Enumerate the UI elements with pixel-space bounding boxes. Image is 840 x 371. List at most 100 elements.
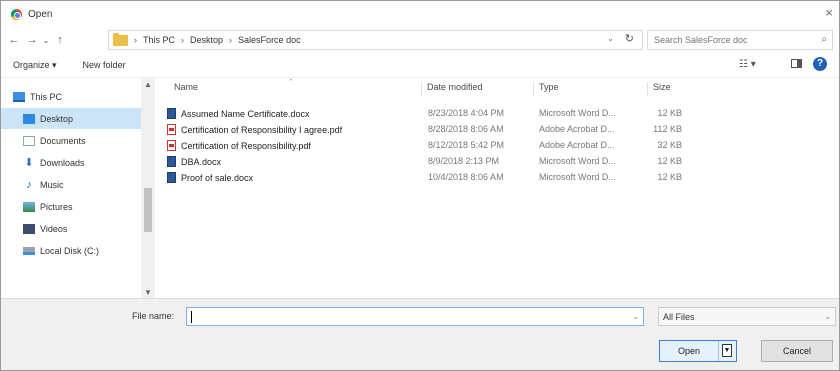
file-date: 8/28/2018 8:06 AM	[428, 124, 504, 134]
file-name: Assumed Name Certificate.docx	[181, 108, 310, 119]
chevron-down-icon[interactable]: ⌄	[607, 34, 614, 43]
sidebar-item-pictures[interactable]: Pictures	[1, 196, 141, 217]
open-dialog: Open × ← → ⌄ ↑ › This PC › Desktop › Sal…	[0, 0, 840, 371]
file-name: Certification of Responsibility I agree.…	[181, 124, 343, 135]
open-button[interactable]: Open ▼	[659, 340, 737, 362]
sidebar-item-desktop[interactable]: Desktop	[1, 108, 141, 129]
desktop-icon	[23, 113, 35, 124]
text-caret	[191, 311, 192, 323]
recent-locations-icon[interactable]: ⌄	[41, 36, 51, 45]
sidebar-item-label: Videos	[40, 223, 68, 234]
column-header-name[interactable]: Name	[169, 82, 419, 96]
preview-pane-icon[interactable]	[791, 59, 802, 68]
help-icon[interactable]: ?	[813, 57, 827, 71]
documents-icon	[23, 135, 35, 146]
breadcrumb-this-pc[interactable]: This PC	[143, 35, 175, 45]
computer-icon	[13, 91, 25, 102]
scroll-down-icon[interactable]: ▼	[144, 288, 152, 297]
file-name-cell: Proof of sale.docx	[167, 172, 407, 183]
file-name-field[interactable]: ⌄	[186, 307, 644, 326]
word-doc-icon	[167, 156, 176, 167]
refresh-icon[interactable]: ↻	[625, 32, 634, 45]
file-name-cell: DBA.docx	[167, 156, 407, 167]
column-header-date[interactable]: Date modified	[421, 82, 531, 96]
view-options-icon[interactable]: ☷ ▾	[739, 59, 756, 70]
sidebar-item-music[interactable]: ♪ Music	[1, 174, 141, 195]
file-date: 10/4/2018 8:06 AM	[428, 172, 504, 182]
column-header-size[interactable]: Size	[647, 82, 707, 96]
sort-indicator-icon: ⌃	[288, 79, 294, 86]
videos-icon	[23, 223, 35, 234]
up-arrow-icon[interactable]: ↑	[51, 34, 69, 46]
search-input[interactable]	[654, 35, 814, 45]
column-header-type[interactable]: Type	[533, 82, 643, 96]
new-folder-button[interactable]: New folder	[83, 60, 126, 70]
sidebar-item-label: Downloads	[40, 157, 85, 168]
organize-menu[interactable]: Organize ▾	[13, 60, 57, 71]
chevron-down-icon[interactable]: ⌄	[632, 312, 639, 321]
file-type-filter-value: All Files	[663, 311, 695, 322]
file-row[interactable]: Certification of Responsibility I agree.…	[159, 123, 719, 138]
file-row[interactable]: Assumed Name Certificate.docx 8/23/2018 …	[159, 107, 719, 122]
pictures-icon	[23, 201, 35, 212]
file-row[interactable]: DBA.docx 8/9/2018 2:13 PM Microsoft Word…	[159, 155, 719, 170]
sidebar-item-this-pc[interactable]: This PC	[1, 86, 141, 107]
forward-arrow-icon[interactable]: →	[23, 34, 41, 46]
file-name: Certification of Responsibility.pdf	[181, 140, 311, 151]
open-button-label[interactable]: Open	[660, 341, 718, 361]
breadcrumb-separator: ›	[181, 35, 185, 45]
breadcrumb-desktop[interactable]: Desktop	[190, 35, 223, 45]
folder-icon	[113, 32, 128, 46]
title-bar: Open ×	[1, 1, 839, 27]
sidebar-item-documents[interactable]: Documents	[1, 130, 141, 151]
sidebar-item-videos[interactable]: Videos	[1, 218, 141, 239]
file-name-cell: Certification of Responsibility.pdf	[167, 140, 407, 151]
file-row[interactable]: Certification of Responsibility.pdf 8/12…	[159, 139, 719, 154]
file-type: Adobe Acrobat D...	[539, 140, 615, 150]
chrome-icon	[11, 8, 22, 20]
navigation-bar: ← → ⌄ ↑ › This PC › Desktop › SalesForce…	[1, 27, 839, 53]
file-name-cell: Assumed Name Certificate.docx	[167, 108, 407, 119]
scroll-up-icon[interactable]: ▲	[144, 80, 152, 89]
navigation-pane: This PC Desktop Documents ⬇ Downloads ♪ …	[1, 78, 157, 299]
word-doc-icon	[167, 172, 176, 183]
pdf-icon	[167, 140, 176, 151]
sidebar-item-downloads[interactable]: ⬇ Downloads	[1, 152, 141, 173]
address-bar[interactable]: › This PC › Desktop › SalesForce doc ⌄ ↻	[108, 30, 643, 50]
file-type: Microsoft Word D...	[539, 172, 616, 182]
breadcrumb-salesforce-doc[interactable]: SalesForce doc	[238, 35, 301, 45]
file-size: 32 KB	[657, 140, 682, 150]
file-type-filter[interactable]: All Files ⌄	[658, 307, 836, 326]
file-list: Name ⌃ Date modified Type Size Assumed N…	[159, 78, 839, 299]
file-type: Microsoft Word D...	[539, 156, 616, 166]
content-area: This PC Desktop Documents ⬇ Downloads ♪ …	[1, 77, 839, 299]
file-size: 12 KB	[657, 156, 682, 166]
music-icon: ♪	[26, 178, 32, 191]
cancel-button[interactable]: Cancel	[761, 340, 833, 362]
window-title: Open	[28, 8, 53, 20]
word-doc-icon	[167, 108, 176, 119]
search-box[interactable]: ⌕	[647, 30, 833, 50]
search-icon[interactable]: ⌕	[821, 34, 827, 45]
file-name: Proof of sale.docx	[181, 172, 254, 183]
chevron-down-icon[interactable]: ⌄	[824, 312, 831, 321]
sidebar-scrollbar[interactable]: ▲ ▼	[141, 78, 155, 299]
open-options-dropdown-icon[interactable]: ▼	[722, 344, 732, 357]
sidebar-item-label: Desktop	[40, 113, 74, 124]
close-icon[interactable]: ×	[825, 5, 833, 20]
scrollbar-thumb[interactable]	[144, 188, 152, 232]
file-row[interactable]: Proof of sale.docx 10/4/2018 8:06 AM Mic…	[159, 171, 719, 186]
file-size: 12 KB	[657, 108, 682, 118]
sidebar-item-label: Pictures	[40, 201, 73, 212]
file-name-label: File name:	[132, 311, 175, 321]
file-size: 12 KB	[657, 172, 682, 182]
sidebar-item-label: This PC	[30, 91, 63, 102]
file-name: DBA.docx	[181, 156, 222, 167]
sidebar-item-local-disk[interactable]: Local Disk (C:)	[1, 240, 141, 261]
breadcrumb-separator: ›	[229, 35, 233, 45]
back-arrow-icon[interactable]: ←	[5, 34, 23, 46]
sidebar-item-label: Local Disk (C:)	[40, 245, 100, 256]
dialog-footer: File name: ⌄ All Files ⌄ Open ▼ Cancel	[1, 298, 839, 370]
file-name-input[interactable]	[190, 311, 620, 322]
file-name-cell: Certification of Responsibility I agree.…	[167, 124, 407, 135]
